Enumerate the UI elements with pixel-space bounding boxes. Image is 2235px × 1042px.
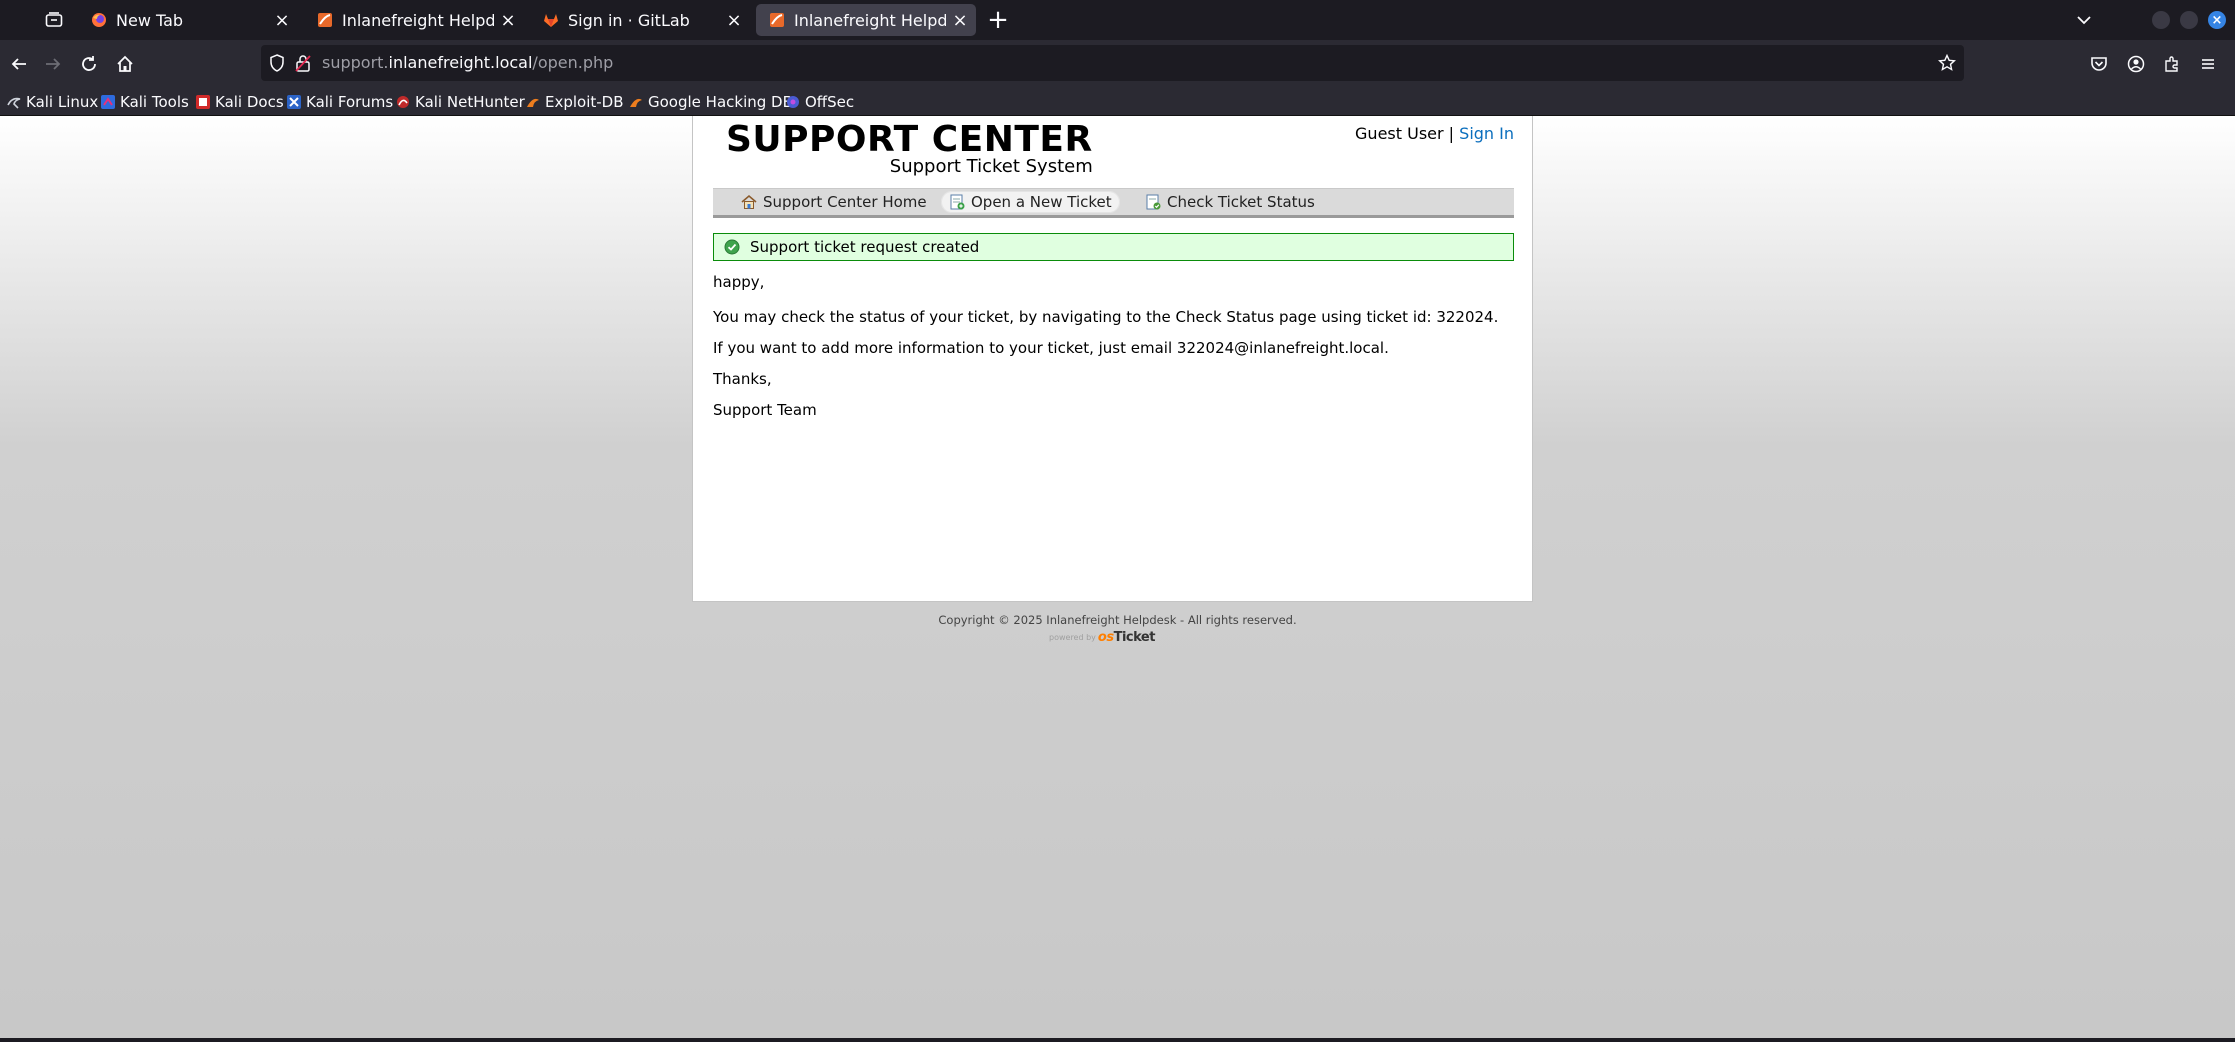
close-tab-icon[interactable]: × [268, 6, 296, 34]
powered-by-label: powered by [1049, 633, 1096, 642]
tab-title: Inlanefreight Helpdesk [794, 10, 946, 30]
kali-forums-icon [287, 95, 301, 109]
osticket-logo: osTicket [1097, 630, 1156, 645]
shield-icon[interactable] [268, 54, 286, 72]
url-domain: inlanefreight.local [388, 53, 533, 72]
forward-button[interactable] [38, 50, 68, 78]
message-signature: Support Team [713, 401, 817, 419]
tab-title: Sign in · GitLab [568, 10, 690, 30]
bookmark-label: Exploit-DB [545, 93, 624, 111]
pocket-icon[interactable] [2087, 52, 2111, 76]
user-separator: | [1448, 124, 1455, 143]
logo-title: SUPPORT CENTER [726, 119, 1093, 160]
ghdb-icon [629, 95, 643, 109]
bookmark-kali-tools[interactable]: Kali Tools [101, 92, 189, 112]
kali-docs-icon [196, 95, 210, 109]
logo-subtitle: Support Ticket System [889, 156, 1093, 177]
bookmark-label: Kali Docs [215, 93, 284, 111]
kali-tools-icon [101, 95, 115, 109]
page-viewport: SUPPORT CENTER Support Ticket System Gue… [0, 116, 2235, 1042]
nav-label: Open a New Ticket [971, 193, 1112, 211]
url-text: support.inlanefreight.local/open.php [322, 53, 613, 72]
tab-helpdesk-active[interactable]: Inlanefreight Helpdesk × [756, 4, 976, 36]
sign-in-link[interactable]: Sign In [1459, 124, 1514, 143]
account-icon[interactable] [2124, 52, 2148, 76]
home-icon [741, 194, 757, 210]
home-button[interactable] [110, 50, 140, 78]
bookmark-kali-docs[interactable]: Kali Docs [196, 92, 284, 112]
insecure-lock-icon[interactable] [294, 54, 312, 72]
firefox-icon [90, 11, 108, 29]
close-tab-icon[interactable]: × [720, 6, 748, 34]
maximize-button[interactable] [2180, 11, 2198, 29]
osticket-logo-ticket: Ticket [1113, 630, 1156, 645]
address-bar[interactable]: support.inlanefreight.local/open.php [261, 45, 1964, 81]
extensions-icon[interactable] [2160, 52, 2184, 76]
support-center-container: SUPPORT CENTER Support Ticket System Gue… [692, 116, 1533, 602]
bookmark-label: Kali Tools [120, 93, 189, 111]
bookmark-label: Kali Linux [26, 93, 99, 111]
menu-icon[interactable] [2196, 52, 2220, 76]
message-greeting: happy, [713, 273, 765, 291]
helpdesk-icon [768, 11, 786, 29]
message-thanks: Thanks, [713, 370, 772, 388]
bookmarks-toolbar: Kali Linux Kali Tools Kali Docs Kali For… [0, 88, 2235, 116]
new-tab-button[interactable]: + [984, 5, 1012, 35]
helpdesk-icon [316, 11, 334, 29]
offsec-icon [786, 95, 800, 109]
url-path: /open.php [532, 53, 614, 72]
bookmark-kali-linux[interactable]: Kali Linux [7, 92, 98, 112]
back-button[interactable] [4, 50, 34, 78]
bookmark-label: OffSec [805, 93, 855, 111]
url-prefix: support. [322, 53, 389, 72]
bookmark-star-icon[interactable] [1938, 54, 1956, 72]
nav-label: Check Ticket Status [1167, 193, 1315, 211]
minimize-button[interactable] [2152, 11, 2170, 29]
message-status-line: You may check the status of your ticket,… [713, 308, 1499, 326]
tab-title: New Tab [116, 10, 184, 30]
guest-user-label: Guest User [1355, 124, 1444, 143]
reload-button[interactable] [74, 50, 104, 78]
window-close-button[interactable]: × [2208, 11, 2226, 29]
chevron-down-icon[interactable] [2070, 8, 2098, 32]
bookmark-kali-nethunter[interactable]: Kali NetHunter [396, 92, 525, 112]
tab-new-tab[interactable]: New Tab × [78, 4, 298, 36]
site-logo[interactable]: SUPPORT CENTER Support Ticket System [726, 120, 1093, 176]
osticket-logo-os: os [1097, 630, 1114, 645]
bookmark-offsec[interactable]: OffSec [786, 92, 854, 112]
new-ticket-icon [949, 194, 965, 210]
nav-open-new-ticket[interactable]: Open a New Ticket [941, 191, 1120, 213]
tab-strip: New Tab × Inlanefreight Helpdesk × Sign … [0, 0, 2235, 40]
tab-helpdesk-1[interactable]: Inlanefreight Helpdesk × [304, 4, 524, 36]
navigation-toolbar: support.inlanefreight.local/open.php [0, 40, 2235, 88]
bookmark-label: Google Hacking DB [648, 93, 793, 111]
check-circle-icon [724, 239, 740, 255]
main-nav: Support Center Home Open a New Ticket Ch… [713, 188, 1514, 218]
nav-support-center-home[interactable]: Support Center Home [733, 191, 935, 213]
tab-list-icon[interactable] [40, 8, 68, 32]
tab-gitlab[interactable]: Sign in · GitLab × [530, 4, 750, 36]
success-notice: Support ticket request created [713, 233, 1514, 261]
notice-text: Support ticket request created [750, 238, 980, 256]
footer-copyright: Copyright © 2025 Inlanefreight Helpdesk … [938, 613, 1297, 627]
exploit-db-icon [526, 95, 540, 109]
bottom-edge [0, 1038, 2235, 1042]
bookmark-google-hacking-db[interactable]: Google Hacking DB [629, 92, 793, 112]
bookmark-label: Kali NetHunter [415, 93, 525, 111]
message-email-line: If you want to add more information to y… [713, 339, 1389, 357]
powered-by-osticket[interactable]: powered by osTicket [1049, 630, 1155, 645]
kali-icon [7, 95, 21, 109]
nav-check-ticket-status[interactable]: Check Ticket Status [1137, 191, 1323, 213]
close-tab-icon[interactable]: × [946, 6, 974, 34]
bookmark-label: Kali Forums [306, 93, 394, 111]
user-info: Guest User | Sign In [1355, 124, 1514, 143]
ticket-status-icon [1145, 194, 1161, 210]
bookmark-kali-forums[interactable]: Kali Forums [287, 92, 393, 112]
tab-title: Inlanefreight Helpdesk [342, 10, 494, 30]
nav-label: Support Center Home [763, 193, 927, 211]
bookmark-exploit-db[interactable]: Exploit-DB [526, 92, 624, 112]
gitlab-icon [542, 11, 560, 29]
nethunter-icon [396, 95, 410, 109]
close-tab-icon[interactable]: × [494, 6, 522, 34]
